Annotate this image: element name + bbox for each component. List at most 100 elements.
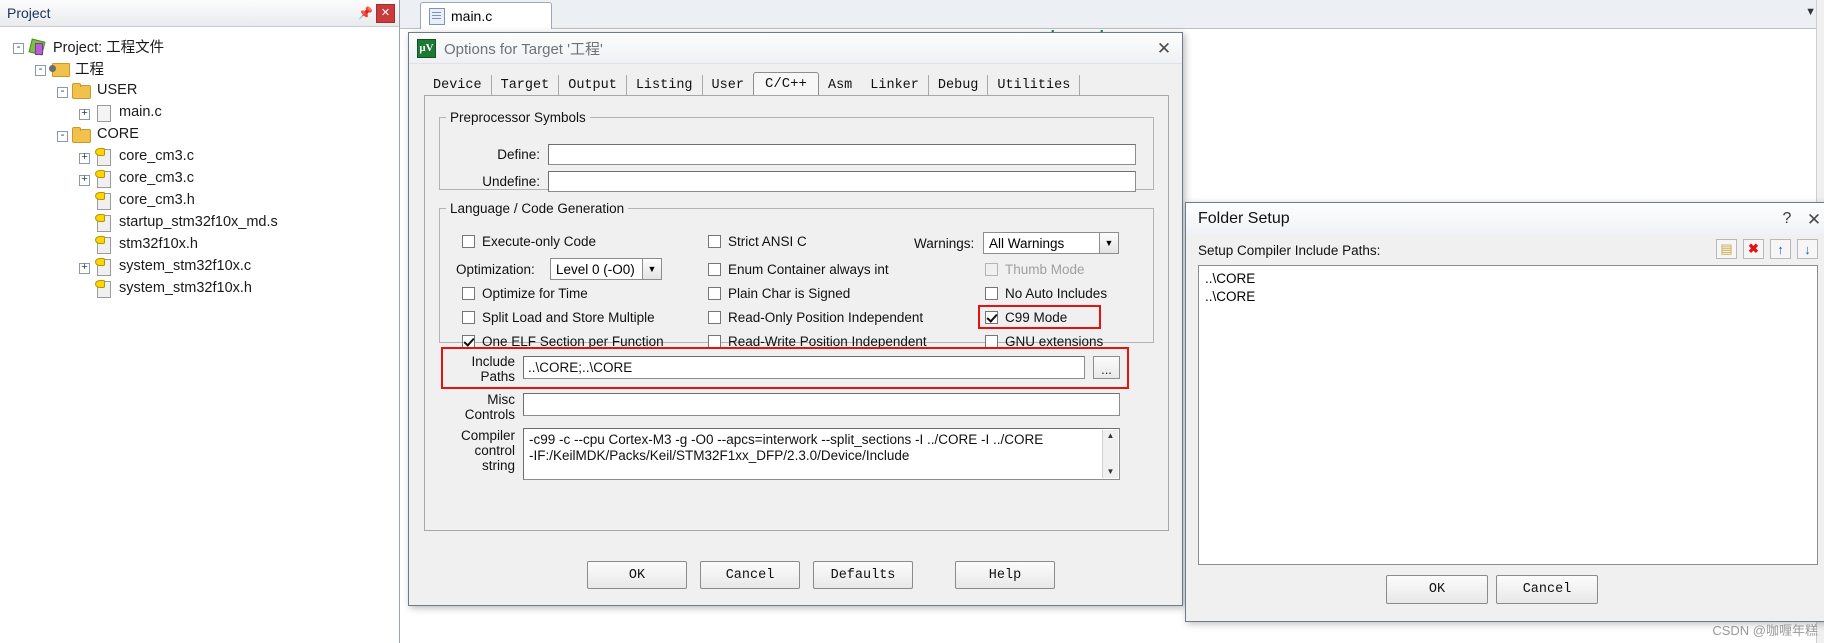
tree-item-core-cm3-c[interactable]: + core_cm3.c (10, 145, 399, 167)
checkbox-label: Optimize for Time (482, 286, 588, 301)
expander-icon[interactable]: + (76, 170, 93, 186)
tab-listing[interactable]: Listing (627, 75, 703, 97)
compiler-control-string-scrollbar[interactable]: ▲ ▼ (1102, 430, 1118, 478)
compiler-control-string-label: Compiler control string (460, 428, 515, 473)
tab-device[interactable]: Device (424, 75, 492, 97)
checkbox-label: No Auto Includes (1005, 286, 1108, 301)
tree-item-label: core_cm3.c (119, 170, 194, 186)
undefine-input[interactable] (548, 171, 1136, 192)
checkbox-label: One ELF Section per Function (482, 334, 664, 349)
defaults-button[interactable]: Defaults (813, 561, 913, 589)
delete-path-icon[interactable]: ✖ (1743, 239, 1764, 259)
define-input[interactable] (548, 144, 1136, 165)
c-cpp-tab-page: Preprocessor Symbols Define: Undefine: L… (424, 95, 1169, 531)
folder-setup-title: Folder Setup (1198, 210, 1290, 227)
tab-linker[interactable]: Linker (861, 75, 929, 97)
checkbox-gnu-extensions[interactable]: GNU extensions (985, 334, 1103, 349)
project-panel-title: Project (7, 5, 51, 21)
chevron-down-icon[interactable]: ▼ (642, 259, 661, 279)
checkbox-label: Read-Only Position Independent (728, 310, 924, 325)
tab-asm[interactable]: Asm (819, 75, 861, 97)
include-paths-browse-button[interactable]: ... (1093, 356, 1120, 379)
expander-icon[interactable]: - (54, 126, 71, 142)
tree-item-core-cm3-c-2[interactable]: + core_cm3.c (10, 167, 399, 189)
close-icon[interactable]: ✕ (376, 3, 395, 23)
tab-target[interactable]: Target (492, 75, 560, 97)
checkbox-icon (708, 311, 721, 324)
checkbox-no-auto-includes[interactable]: No Auto Includes (985, 286, 1107, 301)
tree-item-project-root[interactable]: - Project: 工程文件 (10, 35, 399, 57)
expander-icon[interactable]: - (10, 38, 27, 54)
include-paths-list[interactable]: ..\CORE ..\CORE (1198, 265, 1818, 565)
tree-item-system-stm32f10x-h[interactable]: system_stm32f10x.h (10, 277, 399, 299)
tab-utilities[interactable]: Utilities (988, 75, 1081, 97)
folder-setup-body: Setup Compiler Include Paths: ▤ ✖ ↑ ↓ ..… (1198, 239, 1818, 565)
checkbox-icon (985, 263, 998, 276)
folder-ok-button[interactable]: OK (1386, 575, 1488, 604)
include-paths-list-label: Setup Compiler Include Paths: (1198, 243, 1381, 258)
checkbox-read-only-position-independent[interactable]: Read-Only Position Independent (708, 310, 923, 325)
checkbox-label: Split Load and Store Multiple (482, 310, 655, 325)
checkbox-one-elf-section-per-function[interactable]: One ELF Section per Function (462, 334, 664, 349)
checkbox-optimize-for-time[interactable]: Optimize for Time (462, 286, 588, 301)
checkbox-plain-char-is-signed[interactable]: Plain Char is Signed (708, 286, 850, 301)
checkbox-label: Strict ANSI C (728, 234, 807, 249)
checkbox-icon (462, 235, 475, 248)
include-paths-input[interactable]: ..\CORE;..\CORE (523, 356, 1085, 379)
checkbox-strict-ansi-c[interactable]: Strict ANSI C (708, 234, 807, 249)
ok-button[interactable]: OK (587, 561, 687, 589)
chevron-down-icon[interactable]: ▼ (1099, 233, 1118, 253)
help-button[interactable]: Help (955, 561, 1055, 589)
checkbox-execute-only-code[interactable]: Execute-only Code (462, 234, 596, 249)
tree-item-target[interactable]: - 工程 (10, 57, 399, 79)
checkbox-split-load-and-store-multiple[interactable]: Split Load and Store Multiple (462, 310, 655, 325)
checkbox-c99-mode[interactable]: C99 Mode (985, 310, 1067, 325)
expander-icon[interactable]: + (76, 258, 93, 274)
editor-tab-main-c[interactable]: main.c (420, 2, 552, 29)
tree-item-group-core[interactable]: - CORE (10, 123, 399, 145)
new-path-icon[interactable]: ▤ (1716, 239, 1737, 259)
checkbox-label: Thumb Mode (1005, 262, 1085, 277)
expander-icon[interactable]: + (76, 104, 93, 120)
source-icon (93, 257, 113, 276)
compiler-control-string-line2: -IF:/KeilMDK/Packs/Keil/STM32F1xx_DFP/2.… (529, 448, 910, 463)
tab-output[interactable]: Output (559, 75, 627, 97)
misc-controls-input[interactable] (523, 393, 1120, 416)
expander-icon[interactable]: - (54, 82, 71, 98)
move-down-icon[interactable]: ↓ (1797, 239, 1818, 259)
preprocessor-symbols-group: Preprocessor Symbols Define: Undefine: (439, 110, 1154, 192)
close-icon[interactable]: ✕ (1802, 211, 1824, 228)
source-icon (93, 169, 113, 188)
folder-setup-toolbar: ▤ ✖ ↑ ↓ (1716, 239, 1818, 259)
list-item[interactable]: ..\CORE (1205, 270, 1811, 288)
warnings-value: All Warnings (989, 235, 1065, 251)
tree-item-main-c[interactable]: + main.c (10, 101, 399, 123)
tree-item-startup-s[interactable]: startup_stm32f10x_md.s (10, 211, 399, 233)
options-tabrow: Device Target Output Listing User C/C++ … (424, 72, 1169, 98)
tab-debug[interactable]: Debug (929, 75, 989, 97)
optimization-select[interactable]: Level 0 (-O0) ▼ (550, 258, 662, 280)
checkbox-enum-container-always-int[interactable]: Enum Container always int (708, 262, 889, 277)
expander-icon[interactable]: + (76, 148, 93, 164)
close-icon[interactable]: ✕ (1152, 40, 1176, 57)
tree-item-stm32f10x-h[interactable]: stm32f10x.h (10, 233, 399, 255)
compiler-control-string-textarea[interactable]: -c99 -c --cpu Cortex-M3 -g -O0 --apcs=in… (523, 428, 1120, 480)
question-mark-icon[interactable]: ? (1772, 210, 1802, 228)
tree-item-core-cm3-h[interactable]: core_cm3.h (10, 189, 399, 211)
cancel-button[interactable]: Cancel (700, 561, 800, 589)
tree-item-system-stm32f10x-c[interactable]: + system_stm32f10x.c (10, 255, 399, 277)
folder-cancel-button[interactable]: Cancel (1496, 575, 1598, 604)
pin-icon[interactable]: 📌 (357, 5, 374, 22)
tab-user[interactable]: User (703, 75, 753, 97)
checkbox-icon (985, 287, 998, 300)
chevron-down-icon[interactable]: ▼ (1805, 6, 1816, 18)
expander-icon[interactable]: - (32, 60, 49, 76)
list-item[interactable]: ..\CORE (1205, 288, 1811, 306)
checkbox-icon (462, 335, 475, 348)
checkbox-read-write-position-independent[interactable]: Read-Write Position Independent (708, 334, 927, 349)
tree-item-label: USER (97, 82, 138, 98)
move-up-icon[interactable]: ↑ (1770, 239, 1791, 259)
warnings-select[interactable]: All Warnings ▼ (983, 232, 1119, 254)
source-icon (93, 191, 113, 210)
tree-item-group-user[interactable]: - USER (10, 79, 399, 101)
